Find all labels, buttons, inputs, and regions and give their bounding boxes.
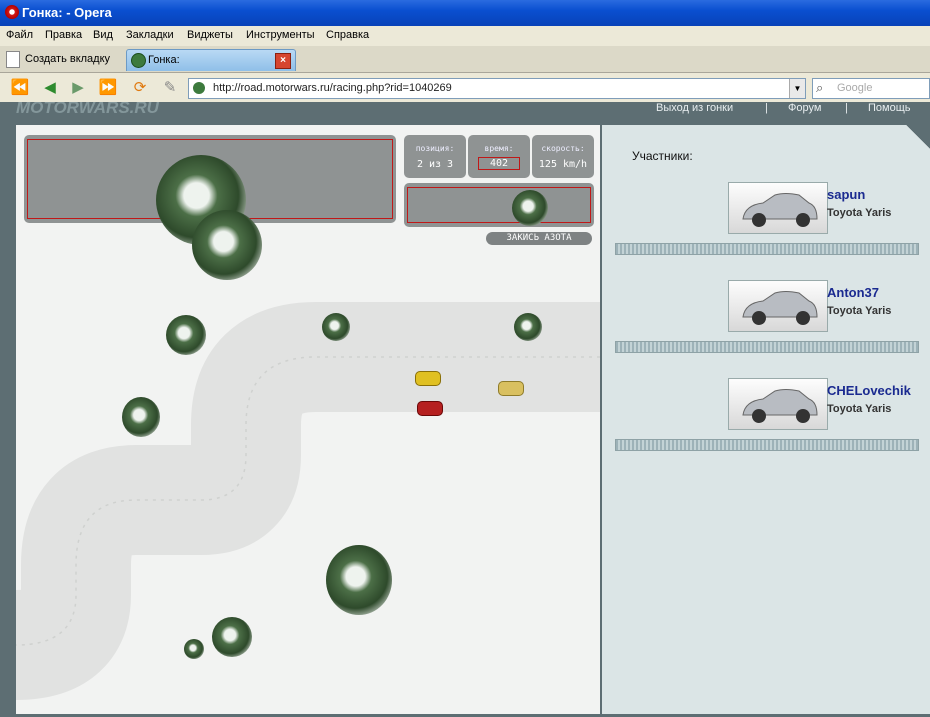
menu-widgets[interactable]: Виджеты <box>187 29 233 41</box>
close-tab-icon[interactable]: × <box>275 53 291 69</box>
divider <box>615 243 919 255</box>
tab-bar: Создать вкладку Гонка: × <box>0 46 930 73</box>
menu-bookmarks[interactable]: Закладки <box>126 29 174 41</box>
divider <box>615 341 919 353</box>
tree <box>122 397 160 437</box>
car-red <box>417 401 443 416</box>
tree <box>184 639 204 659</box>
position-box: позиция: 2 из 3 <box>404 135 466 178</box>
fast-forward-icon[interactable]: ⏩ <box>98 79 118 97</box>
address-url: http://road.motorwars.ru/racing.php?rid=… <box>213 82 452 94</box>
participant-name[interactable]: sapun <box>827 187 865 202</box>
participant-card: sapun Toyota Yaris <box>602 182 930 272</box>
back-arrow-icon[interactable]: ◀ <box>40 79 60 97</box>
nav-separator: | <box>845 102 848 114</box>
menu-view[interactable]: Вид <box>93 29 113 41</box>
menu-tools[interactable]: Инструменты <box>246 29 315 41</box>
time-box: время: 402 <box>468 135 530 178</box>
position-caption: позиция: <box>415 144 455 153</box>
position-value: 2 из 3 <box>416 159 454 170</box>
car-yellow-2 <box>498 381 524 396</box>
leave-race-link[interactable]: Выход из гонки <box>656 102 733 114</box>
window-title: Гонка: - Opera <box>22 5 112 20</box>
site-favicon-icon <box>131 53 146 68</box>
tree <box>192 210 262 280</box>
car-image <box>728 182 828 234</box>
reload-icon[interactable]: ⟳ <box>130 79 150 97</box>
car-image <box>728 280 828 332</box>
tree <box>212 617 252 657</box>
car-yellow <box>415 371 441 386</box>
time-caption: время: <box>484 144 514 153</box>
menu-help[interactable]: Справка <box>326 29 369 41</box>
tree <box>322 313 350 341</box>
menu-file[interactable]: Файл <box>6 29 33 41</box>
forward-arrow-icon[interactable]: ▶ <box>68 79 88 97</box>
new-tab-label: Создать вкладку <box>25 53 111 65</box>
race-track[interactable]: позиция: 2 из 3 время: 402 скорость: 125… <box>16 125 600 714</box>
edit-pencil-icon[interactable]: ✎ <box>160 79 180 97</box>
speed-value: 125 km/h <box>538 159 588 170</box>
participant-car: Toyota Yaris <box>827 305 892 317</box>
address-bar[interactable]: http://road.motorwars.ru/racing.php?rid=… <box>188 78 806 99</box>
car-image <box>728 378 828 430</box>
nitro-button[interactable]: ЗАКИСЬ АЗОТА <box>486 232 592 245</box>
web-page: MOTORWARS.RU Выход из гонки | Форум | По… <box>0 102 930 717</box>
site-logo: MOTORWARS.RU <box>16 102 159 117</box>
opera-logo-icon <box>5 5 19 19</box>
car-icon <box>742 193 818 227</box>
participant-card: Anton37 Toyota Yaris <box>602 280 930 370</box>
search-input[interactable]: ⌕ Google <box>812 78 930 99</box>
participants-panel: Участники: sapun Toyota Yaris Anton37 To… <box>602 125 930 714</box>
nitro-panel <box>404 183 594 227</box>
participant-car: Toyota Yaris <box>827 207 892 219</box>
tree <box>166 315 206 355</box>
search-placeholder: Google <box>837 82 873 94</box>
tab-label: Гонка: <box>148 54 180 66</box>
navigation-bar: ⏪ ◀ ▶ ⏩ ⟳ ✎ http://road.motorwars.ru/rac… <box>0 73 930 102</box>
divider <box>615 439 919 451</box>
site-header: MOTORWARS.RU Выход из гонки | Форум | По… <box>0 102 930 122</box>
rewind-icon[interactable]: ⏪ <box>10 79 30 97</box>
new-tab-button[interactable]: Создать вкладку <box>6 50 110 68</box>
menu-edit[interactable]: Правка <box>45 29 82 41</box>
participants-title: Участники: <box>632 149 693 163</box>
tree <box>512 190 548 226</box>
corner-decoration <box>906 125 930 149</box>
participant-name[interactable]: CHELovechik <box>827 383 911 398</box>
nav-separator: | <box>765 102 768 114</box>
tree <box>326 545 392 615</box>
search-icon: ⌕ <box>816 80 824 95</box>
tree <box>514 313 542 341</box>
participant-name[interactable]: Anton37 <box>827 285 879 300</box>
tab-race[interactable]: Гонка: × <box>126 49 296 71</box>
site-favicon-icon <box>193 82 205 94</box>
page-icon <box>6 50 20 68</box>
help-link[interactable]: Помощь <box>868 102 911 114</box>
forum-link[interactable]: Форум <box>788 102 821 114</box>
speed-box: скорость: 125 km/h <box>532 135 594 178</box>
time-value: 402 <box>478 157 520 170</box>
chevron-down-icon[interactable]: ▼ <box>789 79 805 98</box>
window-titlebar: Гонка: - Opera <box>0 0 930 26</box>
participant-card: CHELovechik Toyota Yaris <box>602 378 930 468</box>
car-icon <box>742 389 818 423</box>
menu-bar: Файл Правка Вид Закладки Виджеты Инструм… <box>0 26 930 46</box>
car-icon <box>742 291 818 325</box>
speed-caption: скорость: <box>541 144 585 153</box>
nitro-frame <box>407 187 591 223</box>
participant-car: Toyota Yaris <box>827 403 892 415</box>
